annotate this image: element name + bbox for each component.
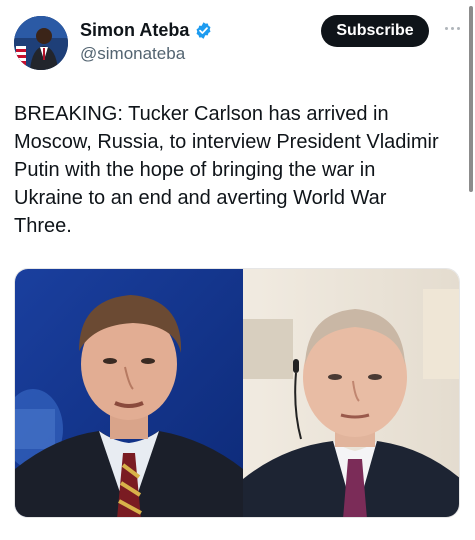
tweet-media[interactable] <box>14 268 460 518</box>
author-handle[interactable]: @simonateba <box>80 44 213 64</box>
subscribe-button[interactable]: Subscribe <box>321 15 429 47</box>
verified-badge-icon <box>196 22 211 39</box>
author-names: Simon Ateba @simonateba <box>80 20 213 64</box>
more-horizontal-icon[interactable] <box>442 18 462 38</box>
tucker-carlson-photo[interactable] <box>15 269 243 517</box>
author-display-name[interactable]: Simon Ateba <box>80 20 189 41</box>
tweet-header: Simon Ateba @simonateba Subscribe <box>14 12 460 72</box>
tweet-text: BREAKING: Tucker Carlson has arrived in … <box>14 103 439 237</box>
vladimir-putin-photo[interactable] <box>243 269 459 517</box>
avatar[interactable] <box>14 16 68 70</box>
scrollbar[interactable] <box>469 6 473 192</box>
